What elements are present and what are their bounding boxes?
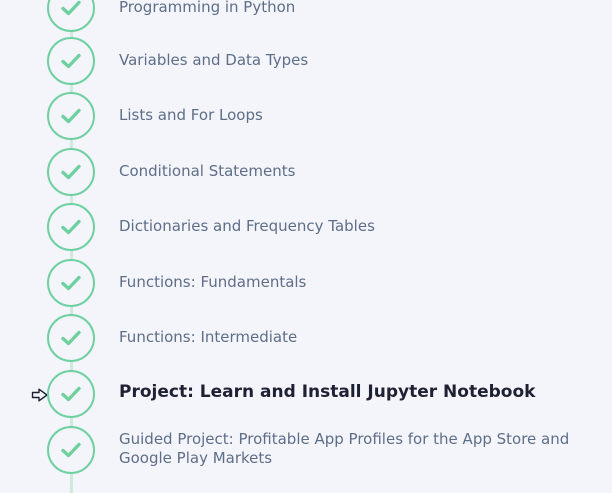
- lesson-label: Functions: Intermediate: [119, 328, 298, 346]
- check-icon: [47, 370, 95, 418]
- check-icon: [47, 92, 95, 140]
- lesson-label-current: Project: Learn and Install Jupyter Noteb…: [119, 382, 536, 402]
- lesson-item-guided-project-app-profiles[interactable]: Guided Project: Profitable App Profiles …: [0, 426, 612, 474]
- lesson-item-dictionaries-and-frequency-tables[interactable]: Dictionaries and Frequency Tables: [0, 203, 612, 251]
- check-icon: [47, 37, 95, 85]
- lesson-item-functions-intermediate[interactable]: Functions: Intermediate: [0, 314, 612, 362]
- lesson-label: Guided Project: Profitable App Profiles …: [119, 430, 570, 467]
- lesson-item-variables-and-data-types[interactable]: Variables and Data Types: [0, 37, 612, 85]
- lesson-item-functions-fundamentals[interactable]: Functions: Fundamentals: [0, 259, 612, 307]
- lesson-item-project-jupyter-notebook[interactable]: Project: Learn and Install Jupyter Noteb…: [0, 370, 612, 418]
- lesson-label: Lists and For Loops: [119, 106, 263, 124]
- lesson-item-lists-and-for-loops[interactable]: Lists and For Loops: [0, 92, 612, 140]
- lesson-label: Dictionaries and Frequency Tables: [119, 217, 375, 235]
- lesson-label: Programming in Python: [119, 0, 296, 16]
- lesson-label: Variables and Data Types: [119, 51, 309, 69]
- check-icon: [47, 203, 95, 251]
- check-icon: [47, 426, 95, 474]
- lesson-item-programming-in-python[interactable]: Programming in Python: [0, 0, 612, 32]
- check-icon: [47, 0, 95, 32]
- lesson-item-conditional-statements[interactable]: Conditional Statements: [0, 148, 612, 196]
- check-icon: [47, 314, 95, 362]
- lesson-timeline: Programming in Python Variables and Data…: [0, 0, 612, 493]
- check-icon: [47, 148, 95, 196]
- lesson-label: Functions: Fundamentals: [119, 273, 307, 291]
- check-icon: [47, 259, 95, 307]
- lesson-label: Conditional Statements: [119, 162, 296, 180]
